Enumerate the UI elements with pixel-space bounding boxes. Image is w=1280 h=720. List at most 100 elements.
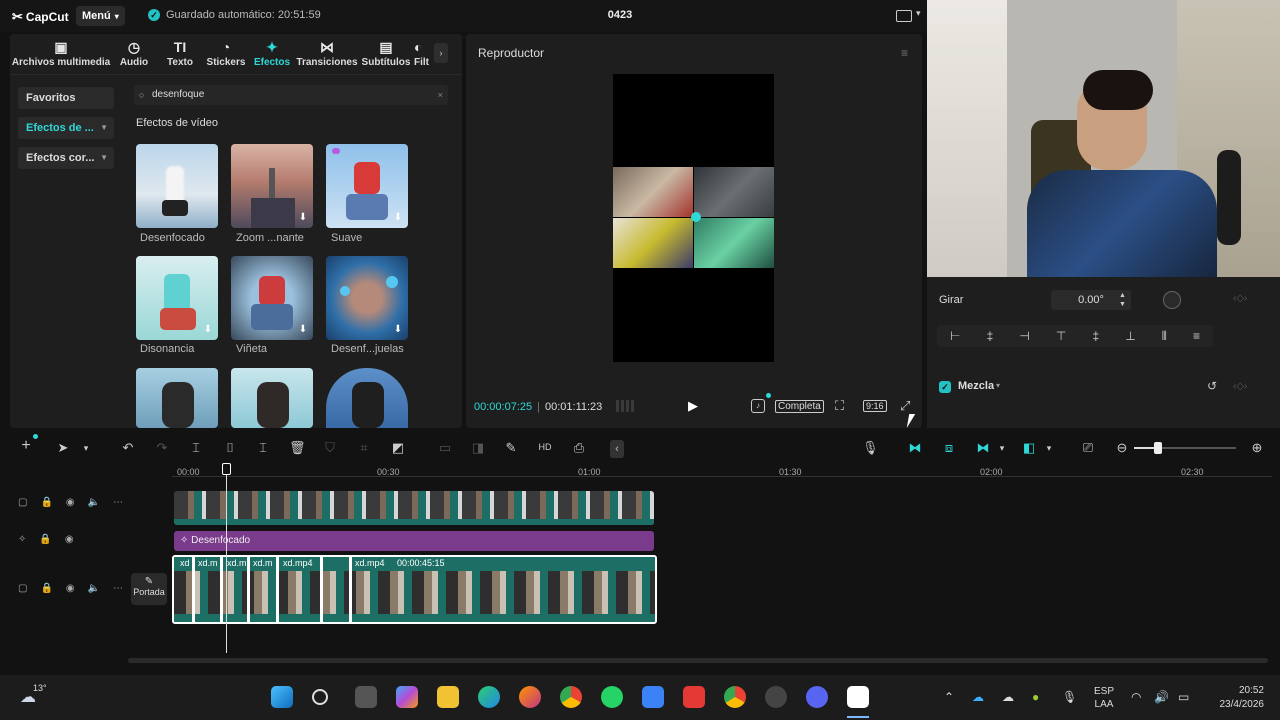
audio-icon[interactable]: 🔈 bbox=[88, 497, 100, 508]
video-preview[interactable] bbox=[613, 74, 774, 362]
align-bottom-icon[interactable]: ⊥ bbox=[1125, 329, 1135, 343]
track-cover-icon[interactable]: ▢ bbox=[18, 497, 27, 508]
firefox-icon[interactable] bbox=[519, 686, 541, 708]
freeze-icon[interactable]: ▭ bbox=[437, 440, 453, 456]
zoom-in-icon[interactable]: ⊕ bbox=[1249, 440, 1265, 456]
chevron-down-icon[interactable]: ▾ bbox=[78, 443, 94, 454]
blend-checkbox[interactable]: ✓ bbox=[939, 381, 951, 393]
tab-stickers[interactable]: ◔ Stickers bbox=[204, 34, 248, 74]
link-clips-icon[interactable]: ⧓ bbox=[907, 440, 923, 456]
cloud-icon[interactable]: ☁ bbox=[1002, 690, 1014, 704]
language-indicator[interactable]: ESP LAA bbox=[1094, 685, 1114, 711]
magic-wand-icon[interactable]: ✎ bbox=[503, 440, 519, 456]
microphone-icon[interactable]: 🎙 bbox=[1062, 690, 1077, 704]
microphone-icon[interactable]: 🎙 bbox=[862, 440, 879, 456]
search-icon[interactable] bbox=[312, 689, 328, 705]
keyframe-icon[interactable]: ‹◇› bbox=[1233, 381, 1247, 392]
lock-icon[interactable]: 🔒 bbox=[40, 583, 52, 594]
caption-icon[interactable]: ⎚ bbox=[1080, 440, 1096, 456]
effect-card-desenf-lentejuelas[interactable]: ⬇ bbox=[326, 256, 408, 340]
select-cursor-icon[interactable]: ➤ bbox=[55, 440, 71, 456]
eye-icon[interactable]: ◉ bbox=[66, 497, 75, 508]
tab-subtitles[interactable]: ▤ Subtítulos bbox=[358, 34, 414, 74]
align-top-icon[interactable]: ⊤ bbox=[1056, 329, 1066, 343]
tab-audio[interactable]: ◷ Audio bbox=[112, 34, 156, 74]
mirror-icon[interactable]: ◨ bbox=[470, 440, 486, 456]
wifi-icon[interactable]: ◠ bbox=[1131, 690, 1141, 704]
trim-left-icon[interactable]: ⌷ bbox=[222, 440, 238, 456]
tab-media[interactable]: ▣ Archivos multimedia bbox=[10, 34, 112, 74]
app-tray-icon[interactable]: ● bbox=[1032, 690, 1039, 704]
tab-effects[interactable]: ✦ Efectos bbox=[248, 34, 296, 74]
redo-icon[interactable]: ↷ bbox=[154, 440, 170, 456]
tab-text[interactable]: TI Texto bbox=[156, 34, 204, 74]
ratio-button[interactable]: 9:16 bbox=[863, 400, 887, 412]
rotate-dial[interactable] bbox=[1163, 291, 1181, 309]
chevron-down-icon[interactable]: ▾ bbox=[996, 381, 1000, 390]
edge-icon[interactable] bbox=[478, 686, 500, 708]
hd-icon[interactable]: HD bbox=[537, 442, 553, 452]
keyframe-icon[interactable]: ‹◇› bbox=[1233, 293, 1247, 304]
distribute-v-icon[interactable]: ≡ bbox=[1193, 329, 1200, 343]
download-icon[interactable]: ⬇ bbox=[202, 324, 214, 336]
sidebar-item-efectos-de[interactable]: Efectos de ... ▼ bbox=[18, 117, 114, 139]
lock-icon[interactable]: 🔒 bbox=[39, 534, 51, 545]
align-center-h-icon[interactable]: ‡ bbox=[987, 329, 994, 343]
effect-card[interactable] bbox=[136, 368, 218, 428]
effect-card[interactable] bbox=[326, 368, 408, 428]
sidebar-item-favoritos[interactable]: Favoritos bbox=[18, 87, 114, 109]
download-icon[interactable]: ⬇ bbox=[297, 324, 309, 336]
chrome-profile-icon[interactable] bbox=[724, 686, 746, 708]
audio-icon[interactable]: 🔈 bbox=[88, 583, 100, 594]
more-icon[interactable]: ⋯ bbox=[113, 583, 123, 594]
whatsapp-icon[interactable] bbox=[601, 686, 623, 708]
download-icon[interactable]: ⬇ bbox=[392, 212, 404, 224]
windows-start-icon[interactable] bbox=[271, 686, 293, 708]
lock-icon[interactable]: 🔒 bbox=[40, 497, 52, 508]
layout-chevron-icon[interactable]: ▾ bbox=[916, 8, 921, 19]
split-icon[interactable]: ⌶ bbox=[188, 440, 204, 456]
preview-axis-icon[interactable]: ◧ bbox=[1021, 440, 1037, 456]
fit-button[interactable]: Completa bbox=[775, 400, 824, 413]
discord-icon[interactable] bbox=[806, 686, 828, 708]
copilot-icon[interactable] bbox=[396, 686, 418, 708]
tab-filters[interactable]: ◐ Filt bbox=[414, 34, 434, 74]
chevron-down-icon[interactable]: ▾ bbox=[1041, 443, 1057, 454]
delete-icon[interactable]: 🗑 bbox=[289, 440, 306, 456]
add-icon[interactable]: + bbox=[18, 437, 34, 455]
search-input[interactable]: ○ desenfoque × bbox=[134, 85, 448, 105]
tabs-scroll-right-icon[interactable]: › bbox=[434, 43, 448, 63]
rotate-stepper[interactable]: ▲ ▼ bbox=[1119, 291, 1129, 309]
shield-icon[interactable]: ⛉ bbox=[322, 440, 338, 456]
clock[interactable]: 20:52 23/4/2026 bbox=[1208, 684, 1265, 712]
player-menu-icon[interactable]: ≡ bbox=[901, 46, 908, 60]
tiktok-icon[interactable]: ♪ bbox=[751, 399, 765, 413]
sidebar-item-efectos-cor[interactable]: Efectos cor... ▼ bbox=[18, 147, 114, 169]
linkage-icon[interactable]: ⧓ bbox=[975, 440, 991, 456]
eye-icon[interactable]: ◉ bbox=[65, 534, 74, 545]
chrome-icon[interactable] bbox=[560, 686, 582, 708]
fullscreen-icon[interactable]: ⤢ bbox=[900, 398, 910, 414]
clear-icon[interactable]: × bbox=[438, 85, 443, 105]
capcut-taskbar-icon[interactable] bbox=[847, 686, 869, 708]
undo-icon[interactable]: ↶ bbox=[120, 440, 136, 456]
volume-icon[interactable]: 🔊 bbox=[1154, 690, 1169, 704]
timeline-scrollbar[interactable] bbox=[128, 658, 1268, 663]
task-view-icon[interactable] bbox=[355, 686, 377, 708]
tab-transitions[interactable]: ⋈ Transiciones bbox=[296, 34, 358, 74]
onedrive-icon[interactable]: ☁ bbox=[972, 690, 984, 704]
obs-icon[interactable] bbox=[765, 686, 787, 708]
effect-card[interactable] bbox=[231, 368, 313, 428]
track-cover-icon[interactable]: ▢ bbox=[18, 583, 27, 594]
align-right-icon[interactable]: ⊣ bbox=[1019, 329, 1029, 343]
playhead-handle[interactable] bbox=[222, 463, 231, 475]
collapse-toolbar-icon[interactable]: ‹ bbox=[610, 440, 624, 458]
menu-button[interactable]: Menú ▾ bbox=[76, 6, 125, 26]
battery-icon[interactable]: ▭ bbox=[1178, 690, 1189, 704]
eye-icon[interactable]: ◉ bbox=[66, 583, 75, 594]
effect-clip[interactable]: ✧ Desenfocado bbox=[174, 531, 654, 551]
download-icon[interactable]: ⬇ bbox=[297, 212, 309, 224]
align-middle-icon[interactable]: ‡ bbox=[1092, 329, 1099, 343]
speed-curve-icon[interactable]: ◩ bbox=[390, 440, 406, 456]
cover-button[interactable]: ✎ Portada bbox=[131, 573, 167, 605]
